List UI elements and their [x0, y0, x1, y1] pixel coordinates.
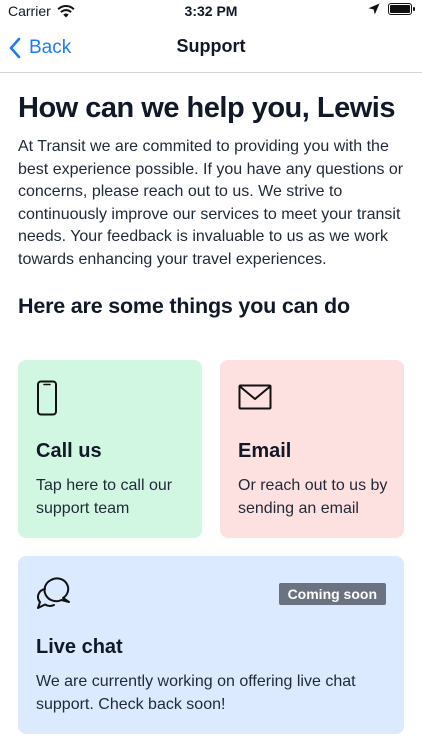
phone-icon: [37, 380, 57, 416]
call-us-description: Tap here to call our support team: [36, 477, 173, 517]
coming-soon-badge: Coming soon: [278, 583, 386, 605]
page-title: Support: [176, 36, 246, 56]
battery-icon: [388, 3, 415, 15]
live-chat-title: Live chat: [36, 636, 123, 658]
call-us-title: Call us: [36, 440, 102, 462]
email-title: Email: [238, 440, 292, 462]
envelope-icon: [238, 384, 272, 410]
navigation-bar: Back Support: [0, 24, 422, 73]
live-chat-description: We are currently working on offering liv…: [36, 673, 356, 713]
intro-paragraph: At Transit we are commited to providing …: [18, 138, 404, 268]
call-us-card[interactable]: Call us Tap here to call our support tea…: [18, 360, 202, 538]
section-title: Here are some things you can do: [18, 294, 350, 318]
headline: How can we help you, Lewis: [18, 92, 395, 124]
status-bar: Carrier 3:32 PM: [0, 0, 422, 24]
location-arrow-icon: [368, 3, 380, 15]
status-right: [368, 3, 415, 15]
chat-bubbles-icon: [37, 577, 70, 609]
live-chat-card: Coming soon Live chat We are currently w…: [18, 556, 404, 734]
support-content: How can we help you, Lewis At Transit we…: [18, 88, 404, 321]
email-card[interactable]: Email Or reach out to us by sending an e…: [220, 360, 404, 538]
status-time: 3:32 PM: [184, 3, 238, 19]
email-description: Or reach out to us by sending an email: [238, 477, 388, 517]
